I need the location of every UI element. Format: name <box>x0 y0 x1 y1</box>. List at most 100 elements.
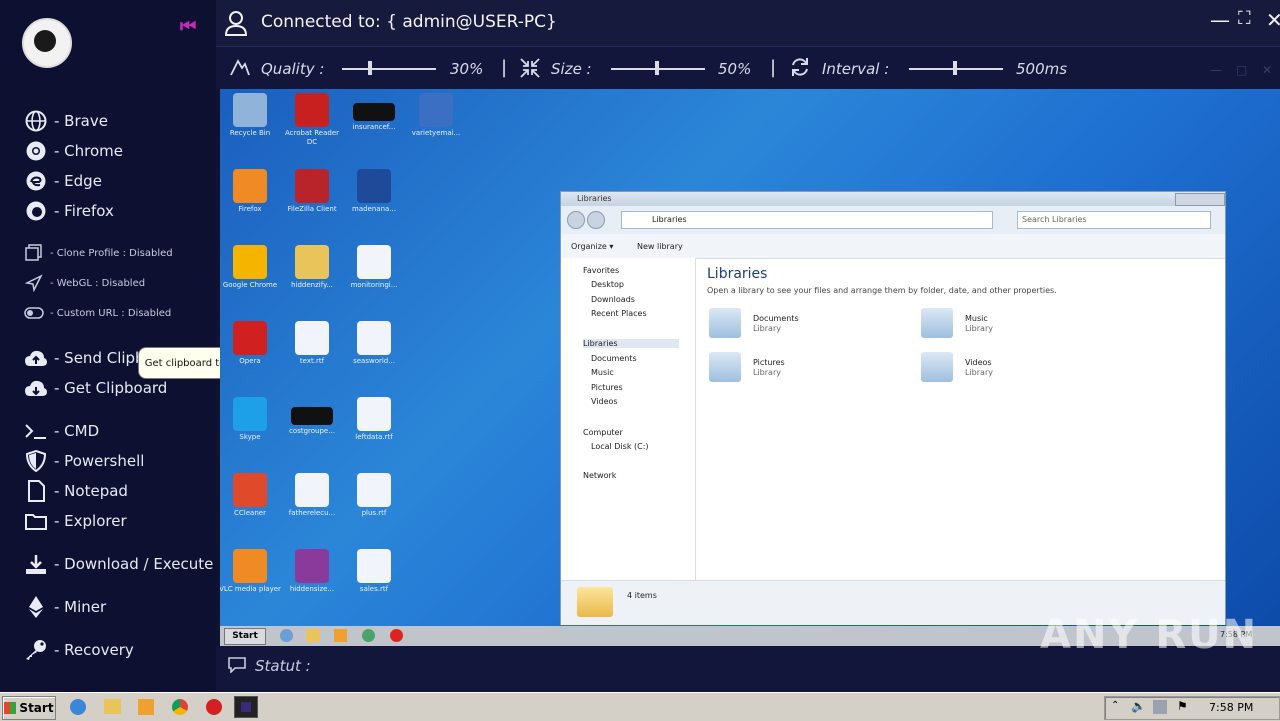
window-header: Connected to: { admin@USER-PC} — ⛶ ✕ <box>216 0 1280 47</box>
desktop-icon[interactable]: Opera <box>220 321 282 366</box>
ie-icon[interactable] <box>280 629 293 642</box>
sidebar-item-webgl[interactable]: - WebGL : Disabled <box>24 270 145 296</box>
desktop-icon[interactable]: leftdata.rtf <box>342 397 406 442</box>
size-slider-thumb[interactable] <box>655 61 659 75</box>
desktop-icon[interactable]: CCleaner <box>220 473 282 518</box>
libraries-heading: Libraries <box>707 266 768 282</box>
tray-expand-icon[interactable]: ⌃ <box>1111 700 1119 711</box>
library-name[interactable]: Pictures <box>753 358 785 367</box>
sidebar-item-chrome[interactable]: - Chrome <box>24 138 123 164</box>
sidebar-item-edge[interactable]: - Edge <box>24 168 102 194</box>
back-button[interactable] <box>567 211 585 229</box>
opera-icon[interactable] <box>206 699 222 715</box>
nav-item[interactable]: Downloads <box>591 295 635 304</box>
desktop-icon[interactable]: varietyemai... <box>404 93 468 138</box>
sidebar-item-send-clipboard[interactable]: - Send Clipbo <box>24 345 154 371</box>
sidebar-item-firefox[interactable]: - Firefox <box>24 198 114 224</box>
explorer-toolbar: Organize ▾ New library <box>561 234 1225 259</box>
forward-button[interactable] <box>587 211 605 229</box>
desktop-icon[interactable]: Firefox <box>220 169 282 214</box>
library-name[interactable]: Documents <box>753 314 799 323</box>
file-explorer-icon[interactable] <box>104 699 121 714</box>
nav-item[interactable]: Documents <box>591 354 637 363</box>
sidebar-item-clone-profile[interactable]: - Clone Profile : Disabled <box>24 240 173 266</box>
sidebar-item-powershell[interactable]: - Powershell <box>24 448 144 474</box>
viewer-maximize-button[interactable]: □ <box>1236 63 1247 77</box>
sidebar-item-custom-url[interactable]: - Custom URL : Disabled <box>24 300 171 326</box>
explorer-window-controls[interactable] <box>1175 193 1225 206</box>
flag-icon[interactable]: ⚑ <box>1177 699 1188 713</box>
nav-item[interactable]: Computer <box>583 428 623 437</box>
nav-item[interactable]: Desktop <box>591 280 624 289</box>
maximize-button[interactable]: ⛶ <box>1238 8 1251 29</box>
library-icon[interactable] <box>921 308 953 338</box>
sidebar-item-brave[interactable]: - Brave <box>24 108 108 134</box>
close-button[interactable]: ✕ <box>1266 8 1280 32</box>
quality-slider[interactable] <box>342 68 436 70</box>
volume-icon[interactable]: 🔈 <box>1131 699 1146 713</box>
library-name[interactable]: Music <box>965 314 988 323</box>
sidebar-item-explorer[interactable]: - Explorer <box>24 508 127 534</box>
desktop-icon[interactable]: Google Chrome <box>220 245 282 290</box>
desktop-icon[interactable]: madenana... <box>342 169 406 214</box>
minimize-button[interactable]: — <box>1210 8 1230 32</box>
sidebar-item-notepad[interactable]: - Notepad <box>24 478 128 504</box>
desktop-icon[interactable]: costgroupe... <box>280 397 344 436</box>
desktop-icon[interactable]: Recycle Bin <box>220 93 282 138</box>
sidebar-item-miner[interactable]: - Miner <box>24 594 106 620</box>
desktop-icon[interactable]: seasworld... <box>342 321 406 366</box>
quality-slider-thumb[interactable] <box>368 61 372 75</box>
start-button[interactable]: Start <box>2 696 56 720</box>
viewer-minimize-button[interactable]: — <box>1210 63 1222 77</box>
nav-item[interactable]: Libraries <box>583 339 679 348</box>
chrome-taskbar-icon[interactable] <box>362 629 375 642</box>
desktop-icon[interactable]: Skype <box>220 397 282 442</box>
library-icon[interactable] <box>921 352 953 382</box>
nav-item[interactable]: Network <box>583 471 616 480</box>
remote-start-button[interactable]: Start <box>224 628 266 645</box>
collapse-sidebar-icon[interactable]: ⏮ <box>180 16 196 37</box>
sidebar-item-recovery[interactable]: - Recovery <box>24 637 134 663</box>
nav-item[interactable]: Music <box>591 368 614 377</box>
remote-desktop-view[interactable]: Recycle Bin Acrobat Reader DC insurancef..… <box>220 89 1280 646</box>
desktop-icon[interactable]: VLC media player <box>220 549 282 594</box>
network-icon[interactable] <box>1153 700 1167 714</box>
nav-item[interactable]: Videos <box>591 397 618 406</box>
chrome-icon[interactable] <box>172 699 188 715</box>
media-player-icon[interactable] <box>138 699 154 715</box>
desktop-icon-label: seasworld... <box>353 357 395 365</box>
stream-toolbar: Quality : 30% | Size : 50% | Interval : … <box>216 47 1280 89</box>
rat-client-taskbar-button[interactable] <box>234 696 258 718</box>
explorer-taskbar-icon[interactable] <box>306 629 320 642</box>
explorer-titlebar[interactable]: Libraries <box>561 192 1225 206</box>
desktop-icon[interactable]: Acrobat Reader DC <box>280 93 344 147</box>
nav-item[interactable]: Favorites <box>583 266 619 275</box>
ie-icon[interactable] <box>70 699 86 715</box>
desktop-icon[interactable]: insurancef... <box>342 93 406 132</box>
opera-taskbar-icon[interactable] <box>390 629 403 642</box>
library-icon[interactable] <box>709 352 741 382</box>
explorer-window[interactable]: Libraries Libraries Search Libraries Org… <box>560 191 1226 625</box>
organize-button[interactable]: Organize ▾ <box>571 242 613 251</box>
desktop-icon[interactable]: fatherelecu... <box>280 473 344 518</box>
explorer-search-input[interactable]: Search Libraries <box>1017 211 1211 229</box>
sidebar-item-download-execute[interactable]: - Download / Execute <box>24 551 213 577</box>
interval-slider-thumb[interactable] <box>953 61 957 75</box>
desktop-icon[interactable]: sales.rtf <box>342 549 406 594</box>
sidebar-item-cmd[interactable]: - CMD <box>24 418 99 444</box>
desktop-icon[interactable]: text.rtf <box>280 321 344 366</box>
new-library-button[interactable]: New library <box>637 242 683 251</box>
desktop-icon[interactable]: plus.rtf <box>342 473 406 518</box>
desktop-icon[interactable]: FileZilla Client <box>280 169 344 214</box>
viewer-close-button[interactable]: ✕ <box>1262 63 1272 77</box>
desktop-icon[interactable]: hiddensize... <box>280 549 344 594</box>
media-icon[interactable] <box>334 629 347 642</box>
desktop-icon[interactable]: monitoringi... <box>342 245 406 290</box>
nav-item[interactable]: Pictures <box>591 383 623 392</box>
desktop-icon[interactable]: hiddenzify... <box>280 245 344 290</box>
library-name[interactable]: Videos <box>965 358 992 367</box>
library-icon[interactable] <box>709 308 741 338</box>
nav-item[interactable]: Local Disk (C:) <box>591 442 649 451</box>
nav-item[interactable]: Recent Places <box>591 309 647 318</box>
address-input[interactable]: Libraries <box>621 211 993 229</box>
